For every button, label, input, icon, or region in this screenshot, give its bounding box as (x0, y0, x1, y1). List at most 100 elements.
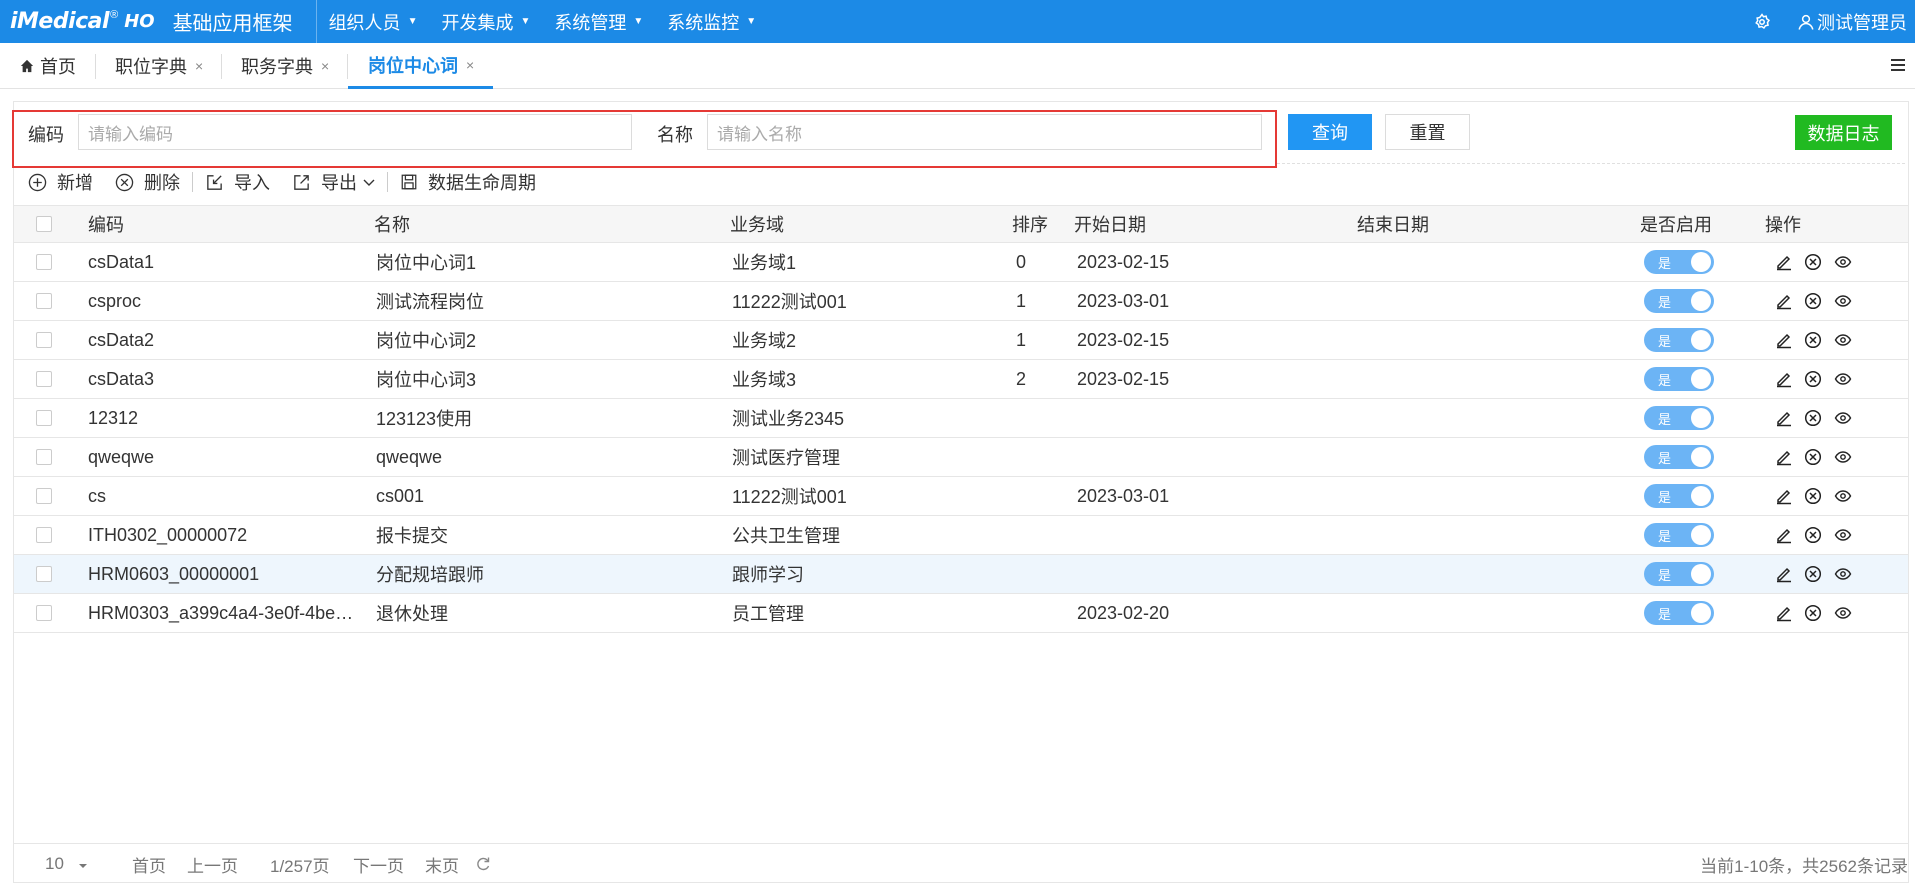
row-checkbox[interactable] (36, 488, 52, 504)
nav-item-dev-integration[interactable]: 开发集成 ▼ (429, 0, 542, 43)
row-checkbox[interactable] (36, 527, 52, 543)
enabled-toggle[interactable]: 是 (1644, 250, 1714, 274)
column-header-sort[interactable]: 排序 (1012, 206, 1048, 242)
enabled-toggle[interactable]: 是 (1644, 289, 1714, 313)
close-icon[interactable]: × (466, 57, 474, 73)
gear-icon[interactable] (1753, 12, 1771, 31)
delete-icon[interactable] (1804, 604, 1822, 622)
view-icon[interactable] (1834, 448, 1852, 466)
delete-icon[interactable] (1804, 409, 1822, 427)
row-checkbox[interactable] (36, 371, 52, 387)
delete-icon[interactable] (1804, 487, 1822, 505)
enabled-toggle[interactable]: 是 (1644, 445, 1714, 469)
nav-item-org-staff[interactable]: 组织人员 ▼ (317, 0, 430, 43)
enabled-toggle[interactable]: 是 (1644, 484, 1714, 508)
export-button[interactable]: 导出 (292, 169, 375, 195)
edit-icon[interactable] (1775, 331, 1793, 349)
delete-button[interactable]: 删除 (115, 169, 180, 195)
delete-icon[interactable] (1804, 565, 1822, 583)
view-icon[interactable] (1834, 409, 1852, 427)
user-menu[interactable]: 测试管理员 (1797, 9, 1907, 35)
enabled-toggle[interactable]: 是 (1644, 601, 1714, 625)
first-page-link[interactable]: 首页 (132, 844, 166, 884)
delete-icon[interactable] (1804, 526, 1822, 544)
nav-item-system-admin[interactable]: 系统管理 ▼ (542, 0, 655, 43)
table-row[interactable]: HRM0603_00000001 分配规培跟师 跟师学习 是 (14, 555, 1908, 594)
enabled-toggle[interactable]: 是 (1644, 562, 1714, 586)
delete-icon[interactable] (1804, 448, 1822, 466)
view-icon[interactable] (1834, 487, 1852, 505)
row-checkbox[interactable] (36, 566, 52, 582)
edit-icon[interactable] (1775, 448, 1793, 466)
enabled-toggle[interactable]: 是 (1644, 523, 1714, 547)
row-checkbox[interactable] (36, 293, 52, 309)
edit-icon[interactable] (1775, 565, 1793, 583)
view-icon[interactable] (1834, 292, 1852, 310)
view-icon[interactable] (1834, 565, 1852, 583)
delete-icon[interactable] (1804, 253, 1822, 271)
column-header-code[interactable]: 编码 (88, 206, 124, 242)
table-row[interactable]: csData2 岗位中心词2 业务域2 1 2023-02-15 是 (14, 321, 1908, 360)
view-icon[interactable] (1834, 526, 1852, 544)
tab-position-dict[interactable]: 职位字典 × (115, 43, 203, 89)
view-icon[interactable] (1834, 604, 1852, 622)
row-checkbox[interactable] (36, 254, 52, 270)
table-row[interactable]: ITH0302_00000072 报卡提交 公共卫生管理 是 (14, 516, 1908, 555)
refresh-icon[interactable] (475, 844, 491, 884)
add-button[interactable]: 新增 (28, 169, 93, 195)
enabled-toggle[interactable]: 是 (1644, 406, 1714, 430)
table-row[interactable]: csData3 岗位中心词3 业务域3 2 2023-02-15 是 (14, 360, 1908, 399)
reset-button[interactable]: 重置 (1385, 114, 1470, 150)
table-row[interactable]: qweqwe qweqwe 测试医疗管理 是 (14, 438, 1908, 477)
column-header-start-date[interactable]: 开始日期 (1074, 206, 1146, 242)
tab-home[interactable]: 首页 (20, 43, 76, 89)
edit-icon[interactable] (1775, 370, 1793, 388)
prev-page-link[interactable]: 上一页 (187, 844, 238, 884)
delete-icon[interactable] (1804, 331, 1822, 349)
delete-icon[interactable] (1804, 370, 1822, 388)
view-icon[interactable] (1834, 253, 1852, 271)
table-row[interactable]: HRM0303_a399c4a4-3e0f-4be… 退休处理 员工管理 2023-0… (14, 594, 1908, 633)
edit-icon[interactable] (1775, 409, 1793, 427)
code-input[interactable]: 请输入编码 (78, 114, 632, 150)
data-log-button[interactable]: 数据日志 (1795, 115, 1892, 150)
row-checkbox[interactable] (36, 449, 52, 465)
import-button[interactable]: 导入 (205, 169, 270, 195)
row-checkbox[interactable] (36, 410, 52, 426)
view-icon[interactable] (1834, 331, 1852, 349)
query-button[interactable]: 查询 (1288, 114, 1372, 150)
delete-icon[interactable] (1804, 292, 1822, 310)
edit-icon[interactable] (1775, 292, 1793, 310)
nav-item-system-monitor[interactable]: 系统监控 ▼ (655, 0, 768, 43)
table-row[interactable]: 12312 123123使用 测试业务2345 是 (14, 399, 1908, 438)
enabled-toggle[interactable]: 是 (1644, 367, 1714, 391)
column-header-domain[interactable]: 业务域 (730, 206, 784, 242)
table-row[interactable]: csData1 岗位中心词1 业务域1 0 2023-02-15 是 (14, 243, 1908, 282)
table-row[interactable]: csproc 测试流程岗位 11222测试001 1 2023-03-01 是 (14, 282, 1908, 321)
page-size-select[interactable]: 10 (45, 844, 88, 884)
edit-icon[interactable] (1775, 253, 1793, 271)
tab-duty-dict[interactable]: 职务字典 × (241, 43, 329, 89)
column-header-enabled[interactable]: 是否启用 (1640, 206, 1712, 242)
home-icon (20, 59, 34, 73)
edit-icon[interactable] (1775, 604, 1793, 622)
close-icon[interactable]: × (195, 58, 203, 74)
menu-icon[interactable] (1890, 57, 1906, 73)
data-lifecycle-button[interactable]: 数据生命周期 (400, 169, 536, 195)
cell-domain: 测试医疗管理 (732, 448, 840, 468)
view-icon[interactable] (1834, 370, 1852, 388)
row-checkbox[interactable] (36, 605, 52, 621)
table-row[interactable]: cs cs001 11222测试001 2023-03-01 是 (14, 477, 1908, 516)
select-all-checkbox[interactable] (36, 216, 52, 232)
name-input[interactable]: 请输入名称 (707, 114, 1262, 150)
tab-post-center-word[interactable]: 岗位中心词 × (348, 43, 494, 89)
edit-icon[interactable] (1775, 526, 1793, 544)
next-page-link[interactable]: 下一页 (353, 844, 404, 884)
row-checkbox[interactable] (36, 332, 52, 348)
enabled-toggle[interactable]: 是 (1644, 328, 1714, 352)
column-header-name[interactable]: 名称 (374, 206, 410, 242)
column-header-end-date[interactable]: 结束日期 (1357, 206, 1429, 242)
edit-icon[interactable] (1775, 487, 1793, 505)
close-icon[interactable]: × (321, 58, 329, 74)
last-page-link[interactable]: 末页 (425, 844, 459, 884)
